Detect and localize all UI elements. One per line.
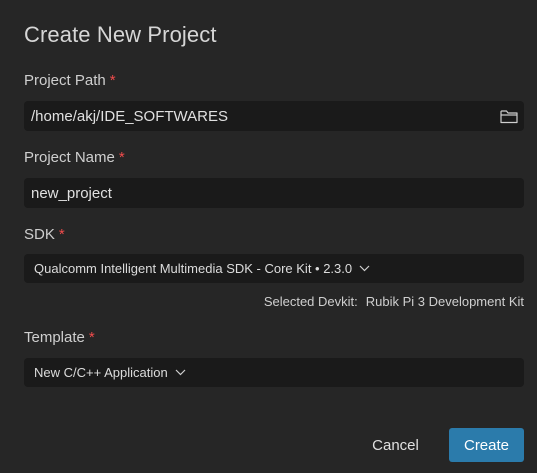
create-project-dialog: Create New Project Project Path * /home/a… (0, 0, 537, 473)
template-dropdown-toggle[interactable] (175, 369, 186, 376)
browse-folder-button[interactable] (494, 101, 524, 131)
selected-devkit-label: Selected Devkit: (263, 294, 358, 309)
sdk-select[interactable]: Qualcomm Intelligent Multimedia SDK - Co… (24, 254, 524, 283)
template-label-text: Template (24, 329, 85, 346)
project-name-label-text: Project Name (24, 149, 115, 166)
required-marker: * (88, 329, 95, 346)
sdk-selected-value[interactable]: Qualcomm Intelligent Multimedia SDK - Co… (34, 261, 352, 276)
project-name-label: Project Name * (24, 149, 125, 166)
template-selected-value[interactable]: New C/C++ Application (34, 365, 168, 380)
selected-devkit-value: Rubik Pi 3 Development Kit (365, 294, 524, 309)
project-path-label-text: Project Path (24, 72, 106, 89)
project-name-value[interactable]: new_project (31, 185, 524, 202)
project-path-field[interactable]: /home/akj/IDE_SOFTWARES (24, 101, 524, 131)
chevron-down-icon[interactable] (359, 265, 370, 272)
folder-icon[interactable] (500, 109, 518, 124)
required-marker: * (58, 226, 65, 243)
selected-devkit: Selected Devkit: Rubik Pi 3 Development K… (264, 294, 524, 309)
chevron-down-icon[interactable] (175, 369, 186, 376)
project-path-label: Project Path * (24, 72, 116, 89)
sdk-label-text: SDK (24, 226, 55, 243)
sdk-label: SDK * (24, 226, 65, 243)
template-select[interactable]: New C/C++ Application (24, 358, 524, 387)
sdk-dropdown-toggle[interactable] (359, 265, 370, 272)
required-marker: * (109, 72, 116, 89)
create-button[interactable]: Create (449, 428, 524, 462)
dialog-title: Create New Project (24, 22, 217, 47)
cancel-button[interactable]: Cancel (358, 428, 433, 462)
template-label: Template * (24, 329, 95, 346)
project-name-field[interactable]: new_project (24, 178, 524, 208)
required-marker: * (118, 149, 125, 166)
project-path-value[interactable]: /home/akj/IDE_SOFTWARES (31, 108, 494, 125)
